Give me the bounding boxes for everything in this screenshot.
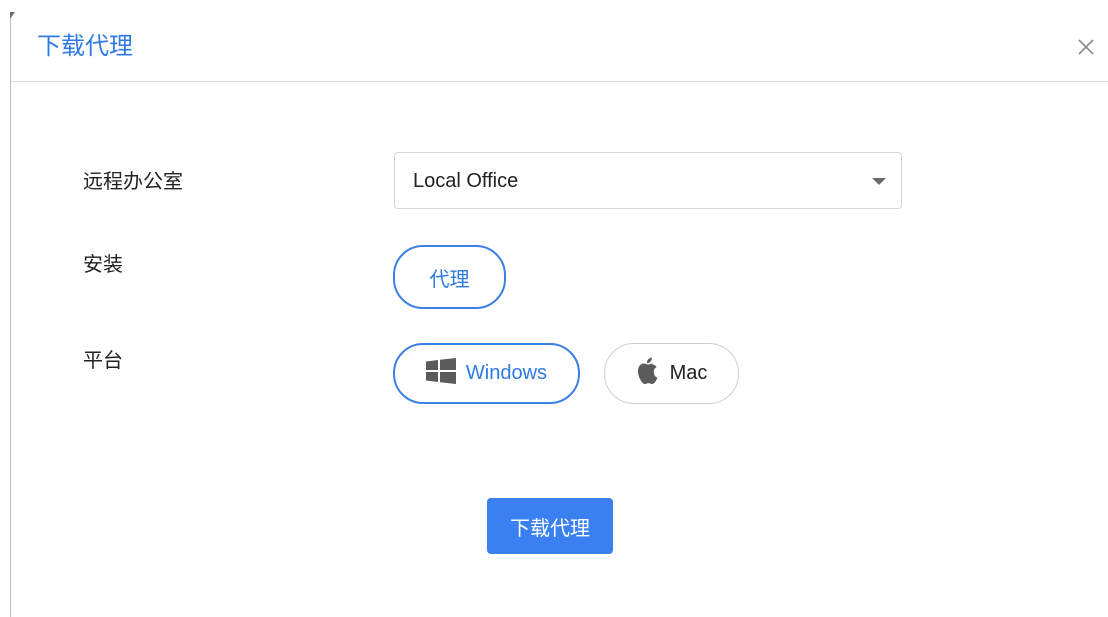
- window-edge-divider: [10, 12, 11, 617]
- close-icon[interactable]: [1074, 35, 1098, 59]
- office-label: 远程办公室: [83, 171, 183, 193]
- platform-label: 平台: [83, 350, 123, 372]
- chevron-down-icon: [872, 178, 886, 185]
- platform-windows-label: Windows: [465, 362, 548, 384]
- platform-mac-label: Mac: [669, 362, 708, 384]
- office-select[interactable]: Local Office: [394, 152, 902, 209]
- windows-icon: [425, 357, 456, 390]
- download-agent-dialog: 下载代理 远程办公室 Local Office 安装 代理 平台 Windows: [0, 0, 1108, 617]
- dialog-header: 下载代理: [11, 0, 1108, 82]
- install-agent-option-label: 代理: [429, 268, 470, 291]
- dialog-title: 下载代理: [37, 33, 133, 60]
- install-agent-option[interactable]: 代理: [393, 245, 506, 309]
- install-label: 安装: [83, 254, 123, 276]
- platform-mac-option[interactable]: Mac: [604, 343, 739, 404]
- apple-icon: [636, 357, 660, 391]
- office-select-value: Local Office: [413, 170, 519, 192]
- download-agent-button[interactable]: 下载代理: [487, 498, 613, 554]
- platform-windows-option[interactable]: Windows: [393, 343, 580, 404]
